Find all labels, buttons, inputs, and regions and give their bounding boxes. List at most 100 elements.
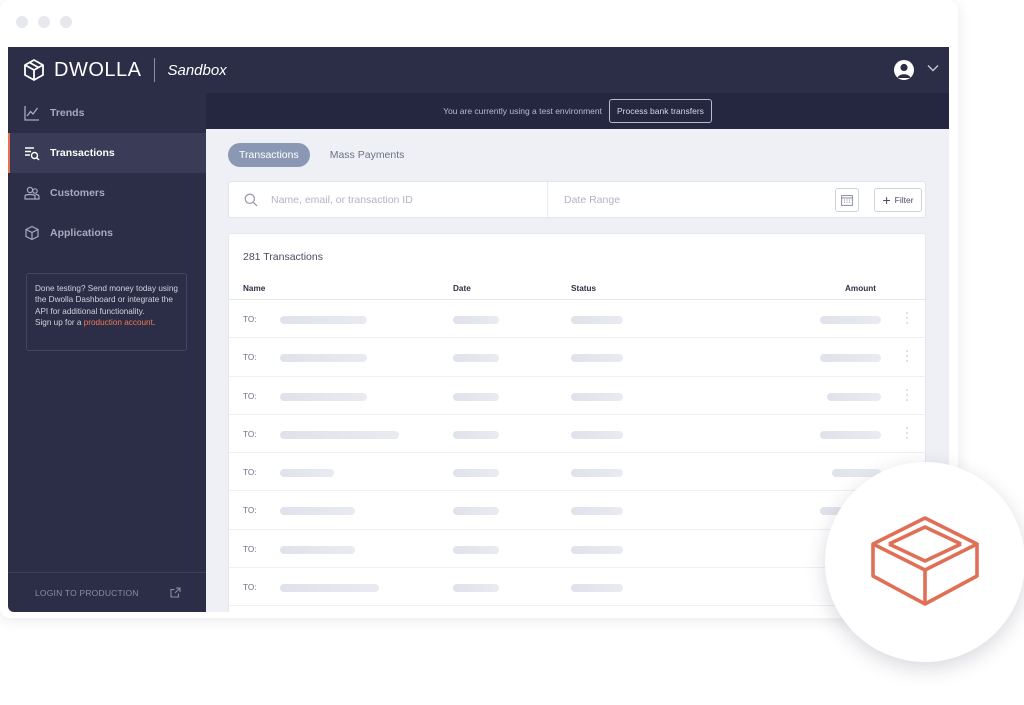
- row-menu-icon[interactable]: [905, 388, 909, 401]
- production-account-link[interactable]: production account: [84, 318, 153, 327]
- status-placeholder: [571, 316, 623, 324]
- dashboard-app: DWOLLA Sandbox Trends Transactions Custo…: [8, 47, 949, 612]
- top-bar: DWOLLA Sandbox: [8, 47, 949, 93]
- amount-placeholder: [820, 316, 881, 324]
- column-header-date[interactable]: Date: [453, 284, 471, 293]
- column-header-name[interactable]: Name: [243, 284, 265, 293]
- brand-divider: [154, 58, 156, 82]
- notice-text: Done testing? Send money today using the…: [35, 284, 178, 316]
- row-recipient-prefix: TO:: [243, 315, 257, 324]
- search-divider: [547, 182, 548, 217]
- sidebar-item-transactions[interactable]: Transactions: [8, 133, 206, 173]
- name-placeholder: [280, 545, 355, 554]
- status-placeholder: [571, 507, 623, 516]
- box-icon: [871, 516, 979, 606]
- status-placeholder: [571, 545, 623, 554]
- date-placeholder: [453, 507, 499, 516]
- window-controls: [16, 16, 72, 28]
- row-recipient-prefix: TO:: [243, 544, 257, 554]
- window-dot-maximize[interactable]: [60, 16, 72, 28]
- table-row[interactable]: TO:: [229, 568, 927, 607]
- sidebar-item-label: Transactions: [50, 147, 115, 159]
- table-row[interactable]: TO:: [229, 338, 927, 377]
- name-placeholder: [280, 507, 355, 516]
- process-bank-transfers-button[interactable]: Process bank transfers: [608, 99, 712, 123]
- date-range-input[interactable]: [564, 192, 814, 208]
- date-placeholder: [453, 469, 499, 478]
- sidebar-item-customers[interactable]: Customers: [8, 173, 206, 213]
- notice-suffix: .: [152, 318, 156, 328]
- trends-icon: [23, 105, 40, 122]
- name-placeholder: [280, 430, 399, 439]
- amount-placeholder: [827, 392, 881, 401]
- browser-frame: DWOLLA Sandbox Trends Transactions Custo…: [0, 0, 958, 618]
- table-row[interactable]: TO:: [229, 453, 927, 492]
- row-recipient-prefix: TO:: [243, 583, 257, 593]
- status-placeholder: [571, 469, 623, 478]
- row-menu-icon[interactable]: [905, 350, 909, 363]
- customers-icon: [23, 185, 40, 202]
- calendar-icon: [841, 195, 853, 206]
- status-placeholder: [571, 354, 623, 363]
- plus-icon: +: [882, 192, 891, 208]
- user-avatar[interactable]: [894, 60, 914, 80]
- window-dot-close[interactable]: [16, 16, 28, 28]
- filter-button[interactable]: + Filter: [874, 188, 922, 212]
- chevron-down-icon[interactable]: [927, 64, 939, 72]
- transactions-icon: [23, 145, 40, 162]
- sidebar-item-applications[interactable]: Applications: [8, 213, 206, 253]
- sandbox-notice: Done testing? Send money today using the…: [26, 273, 187, 351]
- transaction-count: 281 Transactions: [243, 251, 323, 263]
- amount-placeholder: [820, 430, 881, 439]
- banner-text: You are currently using a test environme…: [443, 106, 602, 116]
- row-menu-icon[interactable]: [905, 312, 909, 324]
- environment-label: Sandbox: [167, 61, 227, 79]
- brand-logo[interactable]: DWOLLA: [22, 58, 141, 82]
- search-bar: + Filter: [228, 181, 926, 218]
- test-environment-banner: You are currently using a test environme…: [206, 93, 949, 129]
- sidebar-item-trends[interactable]: Trends: [8, 93, 206, 133]
- date-placeholder: [453, 584, 499, 593]
- row-recipient-prefix: TO:: [243, 353, 257, 363]
- date-placeholder: [453, 316, 499, 324]
- name-placeholder: [280, 392, 367, 401]
- row-recipient-prefix: TO:: [243, 391, 257, 401]
- table-row[interactable]: TO:: [229, 530, 927, 569]
- row-recipient-prefix: TO:: [243, 468, 257, 478]
- date-placeholder: [453, 430, 499, 439]
- search-icon: [244, 193, 258, 207]
- external-link-icon: [170, 587, 181, 598]
- column-header-status[interactable]: Status: [571, 284, 596, 293]
- sidebar-item-label: Applications: [50, 227, 114, 239]
- row-recipient-prefix: TO:: [243, 506, 257, 516]
- name-placeholder: [280, 469, 334, 478]
- dwolla-logo-icon: [24, 59, 44, 81]
- brand-name: DWOLLA: [54, 58, 142, 81]
- table-body: TO: TO: TO: TO: TO: TO: TO: TO:: [229, 300, 927, 607]
- table-header: Name Date Status Amount: [229, 280, 927, 300]
- table-row[interactable]: TO:: [229, 415, 927, 454]
- filter-label: Filter: [894, 195, 914, 205]
- empty-box-badge: [825, 462, 1024, 662]
- login-to-production-link[interactable]: LOGIN TO PRODUCTION: [8, 572, 206, 612]
- status-placeholder: [571, 392, 623, 401]
- notice-signup-prefix: Sign up for a: [35, 318, 84, 328]
- tab-transactions[interactable]: Transactions: [228, 143, 310, 167]
- row-menu-icon[interactable]: [905, 426, 909, 439]
- table-row[interactable]: TO:: [229, 377, 927, 415]
- sidebar-item-label: Trends: [50, 107, 85, 119]
- name-placeholder: [280, 354, 367, 363]
- column-header-amount[interactable]: Amount: [845, 284, 876, 293]
- tab-mass-payments[interactable]: Mass Payments: [319, 143, 416, 167]
- search-input[interactable]: [271, 192, 541, 208]
- table-row[interactable]: TO:: [229, 300, 927, 339]
- transactions-table-card: 281 Transactions Name Date Status Amount…: [228, 233, 927, 612]
- amount-placeholder: [820, 354, 881, 363]
- footer-label: LOGIN TO PRODUCTION: [35, 587, 139, 598]
- table-row[interactable]: TO:: [229, 491, 927, 530]
- applications-icon: [23, 225, 40, 242]
- window-dot-minimize[interactable]: [38, 16, 50, 28]
- status-placeholder: [571, 430, 623, 439]
- date-placeholder: [453, 392, 499, 401]
- calendar-button[interactable]: [835, 188, 859, 212]
